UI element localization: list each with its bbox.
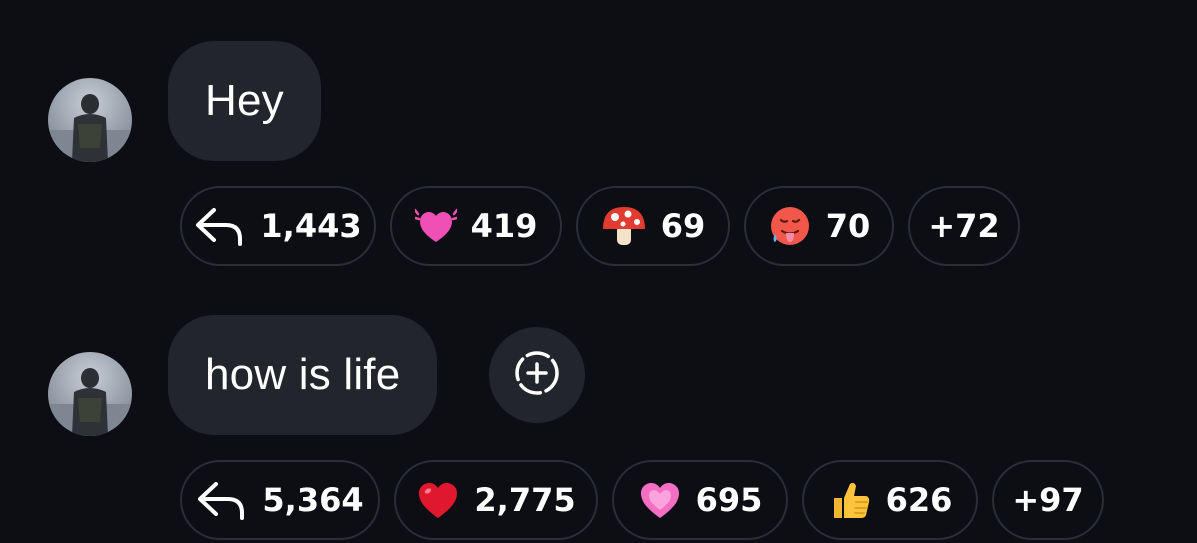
reply-chip[interactable]: 5,364 (180, 460, 380, 540)
red-heart-icon (416, 480, 460, 520)
reaction-count: 2,775 (474, 481, 576, 519)
message-text: Hey (205, 76, 284, 125)
more-reactions-chip[interactable]: +97 (992, 460, 1104, 540)
message-bubble[interactable]: how is life (168, 315, 438, 435)
pink-heart-icon (638, 480, 682, 520)
reply-icon (194, 206, 246, 246)
reaction-count: 70 (825, 207, 871, 245)
reaction-chip[interactable]: 70 (744, 186, 894, 266)
reaction-chip[interactable]: 2,775 (394, 460, 598, 540)
reaction-bar: 5,364 2,775 695 626 +97 (180, 460, 1104, 540)
reaction-count: 626 (885, 481, 953, 519)
beating-heart-icon (414, 206, 457, 246)
avatar[interactable] (48, 352, 132, 436)
thumbs-up-icon (828, 478, 872, 522)
hot-face-icon (768, 204, 812, 248)
message-text: how is life (205, 350, 401, 399)
message-bubble[interactable]: Hey (168, 41, 321, 161)
reaction-count: 695 (695, 481, 763, 519)
reaction-chip[interactable]: 69 (576, 186, 730, 266)
reaction-chip[interactable]: 626 (802, 460, 978, 540)
add-reaction-icon (513, 349, 561, 402)
reply-count: 1,443 (260, 207, 362, 245)
reply-icon (196, 480, 248, 520)
more-reactions-count: +72 (928, 207, 1000, 245)
reaction-count: 419 (470, 207, 538, 245)
reaction-chip[interactable]: 695 (612, 460, 788, 540)
mushroom-icon (601, 205, 647, 247)
more-reactions-chip[interactable]: +72 (908, 186, 1020, 266)
add-reaction-button[interactable] (489, 327, 585, 423)
reply-count: 5,364 (262, 481, 364, 519)
reaction-count: 69 (660, 207, 706, 245)
reaction-bar: 1,443 419 69 70 +72 (180, 186, 1020, 266)
more-reactions-count: +97 (1012, 481, 1084, 519)
reaction-chip[interactable]: 419 (390, 186, 562, 266)
reply-chip[interactable]: 1,443 (180, 186, 376, 266)
avatar[interactable] (48, 78, 132, 162)
